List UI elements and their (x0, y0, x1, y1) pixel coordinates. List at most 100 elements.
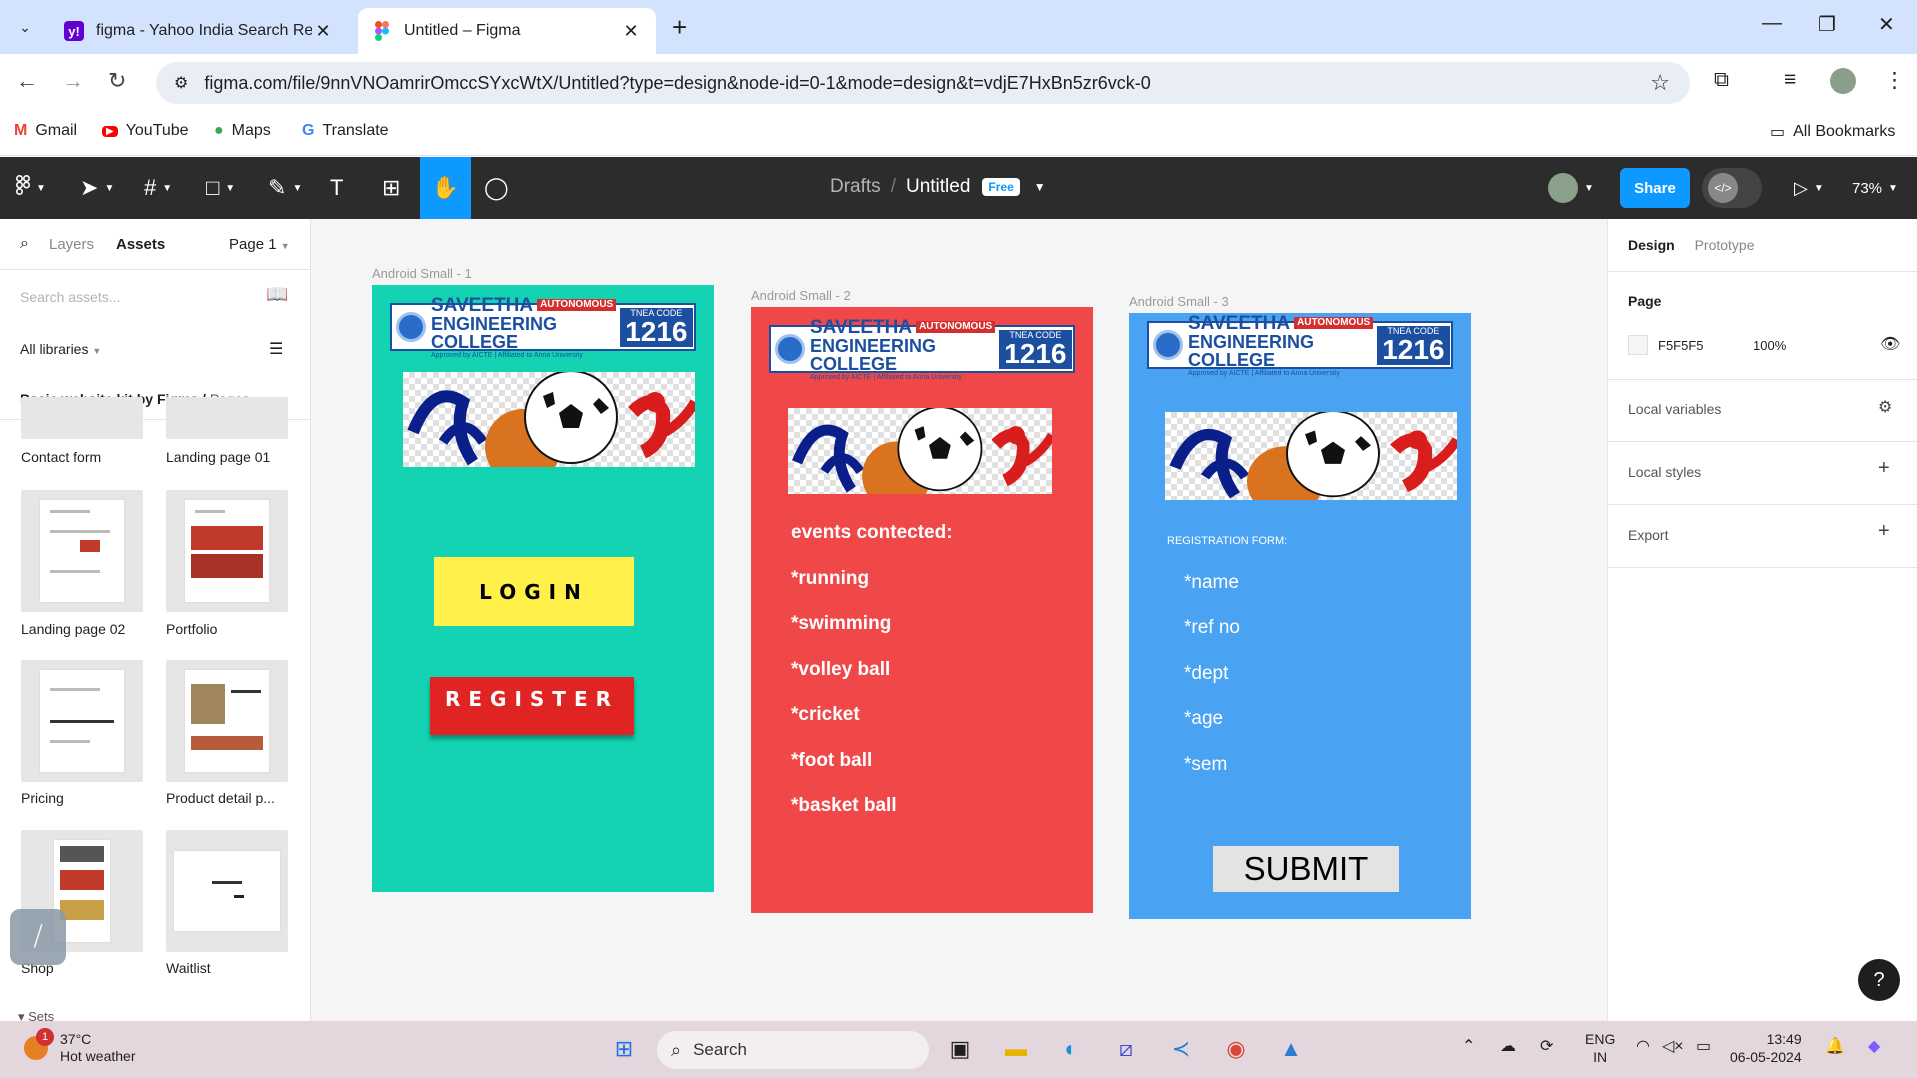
reload-icon[interactable]: ↻ (108, 68, 126, 94)
tray-expand-icon[interactable]: ⌃ (1462, 1036, 1475, 1056)
add-style-icon[interactable]: + (1878, 457, 1890, 480)
text-tool[interactable]: T (330, 157, 343, 219)
comment-tool[interactable]: ◯ (484, 157, 509, 219)
browser-tab-figma[interactable]: Untitled – Figma ✕ (358, 8, 656, 54)
copilot-icon[interactable]: ◆ (1868, 1036, 1880, 1056)
tab-design[interactable]: Design (1628, 237, 1675, 253)
component-thumb-landing-page-01[interactable] (166, 397, 288, 439)
window-close-icon[interactable]: ✕ (1878, 12, 1895, 37)
eye-icon[interactable]: 👁 (1880, 334, 1900, 354)
edge-icon[interactable]: ◐ (1055, 1033, 1087, 1065)
design-canvas[interactable]: Android Small - 1 SAVEETHA AUTONOMOUS ENG… (311, 219, 1607, 1021)
frame-label[interactable]: Android Small - 2 (751, 288, 851, 303)
present-button[interactable]: ▷ ▼ (1794, 157, 1824, 219)
url-omnibox[interactable]: ⚙ figma.com/file/9nnVNOamrirOmccSYxcWtX/… (156, 62, 1690, 104)
tab-assets[interactable]: Assets (116, 236, 165, 253)
page-selector[interactable]: Page 1 ▼ (229, 236, 290, 253)
frame-label[interactable]: Android Small - 1 (372, 266, 472, 281)
submit-button[interactable]: SUBMIT (1213, 846, 1399, 892)
restore-icon[interactable]: ❐ (1818, 12, 1836, 37)
vscode-icon[interactable]: ≺ (1165, 1033, 1197, 1065)
volume-mute-icon[interactable]: ◁× (1662, 1036, 1684, 1056)
add-export-icon[interactable]: + (1878, 520, 1890, 543)
frame-tool[interactable]: # ▼ (144, 157, 172, 219)
component-thumb-landing-page-02[interactable] (21, 490, 143, 612)
tab-prototype[interactable]: Prototype (1695, 237, 1755, 253)
browser-menu-icon[interactable]: ⋮ (1884, 68, 1905, 93)
minimize-icon[interactable]: — (1762, 12, 1782, 35)
share-button[interactable]: Share (1620, 168, 1690, 208)
windows-start-icon[interactable]: ⊞ (608, 1033, 640, 1065)
back-icon[interactable]: ← (16, 68, 38, 94)
breadcrumb-drafts[interactable]: Drafts (830, 176, 881, 198)
chevron-down-icon[interactable]: ▼ (1034, 180, 1046, 194)
shape-tool[interactable]: □ ▼ (206, 157, 235, 219)
all-bookmarks[interactable]: ▭ All Bookmarks (1770, 122, 1895, 142)
help-icon[interactable]: ? (1858, 959, 1900, 1001)
login-button[interactable]: LOGIN (434, 557, 634, 626)
dev-mode-toggle[interactable]: </> (1702, 168, 1762, 208)
close-tab-icon[interactable]: ✕ (620, 21, 642, 42)
local-variables-label[interactable]: Local variables (1628, 401, 1721, 417)
file-explorer-icon[interactable]: ▬ (1000, 1033, 1032, 1065)
library-book-icon[interactable]: 📖 (266, 284, 288, 305)
sets-section[interactable]: ▾ Sets (18, 1009, 54, 1021)
all-libraries-dropdown[interactable]: All libraries ▼ (20, 341, 101, 357)
main-menu[interactable]: ▼ (15, 157, 46, 219)
battery-icon[interactable]: ▭ (1696, 1036, 1711, 1056)
bookmark-youtube[interactable]: ▶ YouTube (102, 122, 189, 140)
search-assets-input[interactable]: Search assets... (20, 289, 120, 305)
photos-icon[interactable]: ▲ (1275, 1033, 1307, 1065)
local-styles-label[interactable]: Local styles (1628, 464, 1701, 480)
bookmark-star-icon[interactable]: ☆ (1650, 70, 1670, 96)
page-color-swatch[interactable] (1628, 335, 1648, 355)
page-color-hex[interactable]: F5F5F5 (1658, 338, 1704, 353)
frame-android-small-3[interactable]: SAVEETHA AUTONOMOUS ENGINEERING COLLEGE A… (1129, 313, 1471, 919)
frame-android-small-2[interactable]: SAVEETHA AUTONOMOUS ENGINEERING COLLEGE A… (751, 307, 1093, 913)
component-thumb-pricing[interactable] (21, 660, 143, 782)
chrome-icon[interactable]: ◉ (1220, 1033, 1252, 1065)
move-tool[interactable]: ➤ ▼ (80, 157, 114, 219)
system-clock[interactable]: 13:49 06-05-2024 (1730, 1030, 1802, 1066)
media-control-icon[interactable]: ≡ (1784, 68, 1796, 92)
component-thumb-product-detail[interactable] (166, 660, 288, 782)
url-text[interactable]: figma.com/file/9nnVNOamrirOmccSYxcWtX/Un… (204, 73, 1150, 94)
profile-avatar[interactable] (1830, 68, 1856, 94)
component-thumb-waitlist[interactable] (166, 830, 288, 952)
whiteboard-icon[interactable]: ⧄ (1110, 1033, 1142, 1065)
tab-layers[interactable]: Layers (49, 236, 94, 253)
search-icon[interactable]: ⌕ (20, 235, 29, 253)
collaborator-avatar[interactable]: ▼ (1548, 157, 1594, 219)
component-thumb-portfolio[interactable] (166, 490, 288, 612)
browser-tab-yahoo[interactable]: y! figma - Yahoo India Search Res ✕ (50, 8, 348, 54)
register-button[interactable]: REGISTER (430, 677, 634, 735)
resources-tool[interactable]: ⊞ (382, 157, 400, 219)
extensions-icon[interactable]: ⧉ (1714, 68, 1729, 92)
bookmark-translate[interactable]: G Translate (302, 122, 389, 140)
notifications-bell-icon[interactable]: 🔔 (1825, 1036, 1845, 1056)
component-thumb-contact-form[interactable] (21, 397, 143, 439)
list-view-icon[interactable]: ☰ (269, 339, 283, 359)
frame-android-small-1[interactable]: SAVEETHA AUTONOMOUS ENGINEERING COLLEGE A… (372, 285, 714, 892)
frame-label[interactable]: Android Small - 3 (1129, 294, 1229, 309)
tab-search-chevron-icon[interactable]: ⌄ (12, 14, 38, 40)
hand-tool[interactable]: ✋ (420, 157, 471, 219)
pen-tool[interactable]: ✎ ▼ (268, 157, 302, 219)
task-view-icon[interactable]: ▣ (944, 1033, 976, 1065)
bookmark-maps[interactable]: ● Maps (214, 122, 271, 140)
forward-icon[interactable]: → (62, 68, 84, 94)
file-name[interactable]: Untitled (906, 176, 970, 198)
taskbar-search[interactable]: ⌕ Search (657, 1031, 929, 1069)
close-tab-icon[interactable]: ✕ (312, 21, 334, 42)
zoom-menu[interactable]: 73% ▼ (1852, 157, 1898, 219)
export-label[interactable]: Export (1628, 527, 1668, 543)
sync-icon[interactable]: ⟳ (1540, 1036, 1553, 1056)
new-tab-icon[interactable]: + (672, 12, 687, 43)
wifi-icon[interactable]: ◠ (1636, 1036, 1650, 1056)
bookmark-gmail[interactable]: M Gmail (14, 122, 77, 140)
weather-widget[interactable]: 1 37°C Hot weather (24, 1027, 135, 1065)
language-indicator[interactable]: ENG IN (1585, 1030, 1615, 1066)
site-settings-icon[interactable]: ⚙ (174, 73, 188, 93)
variables-settings-icon[interactable]: ⚙ (1878, 397, 1892, 417)
page-opacity[interactable]: 100% (1753, 338, 1786, 353)
